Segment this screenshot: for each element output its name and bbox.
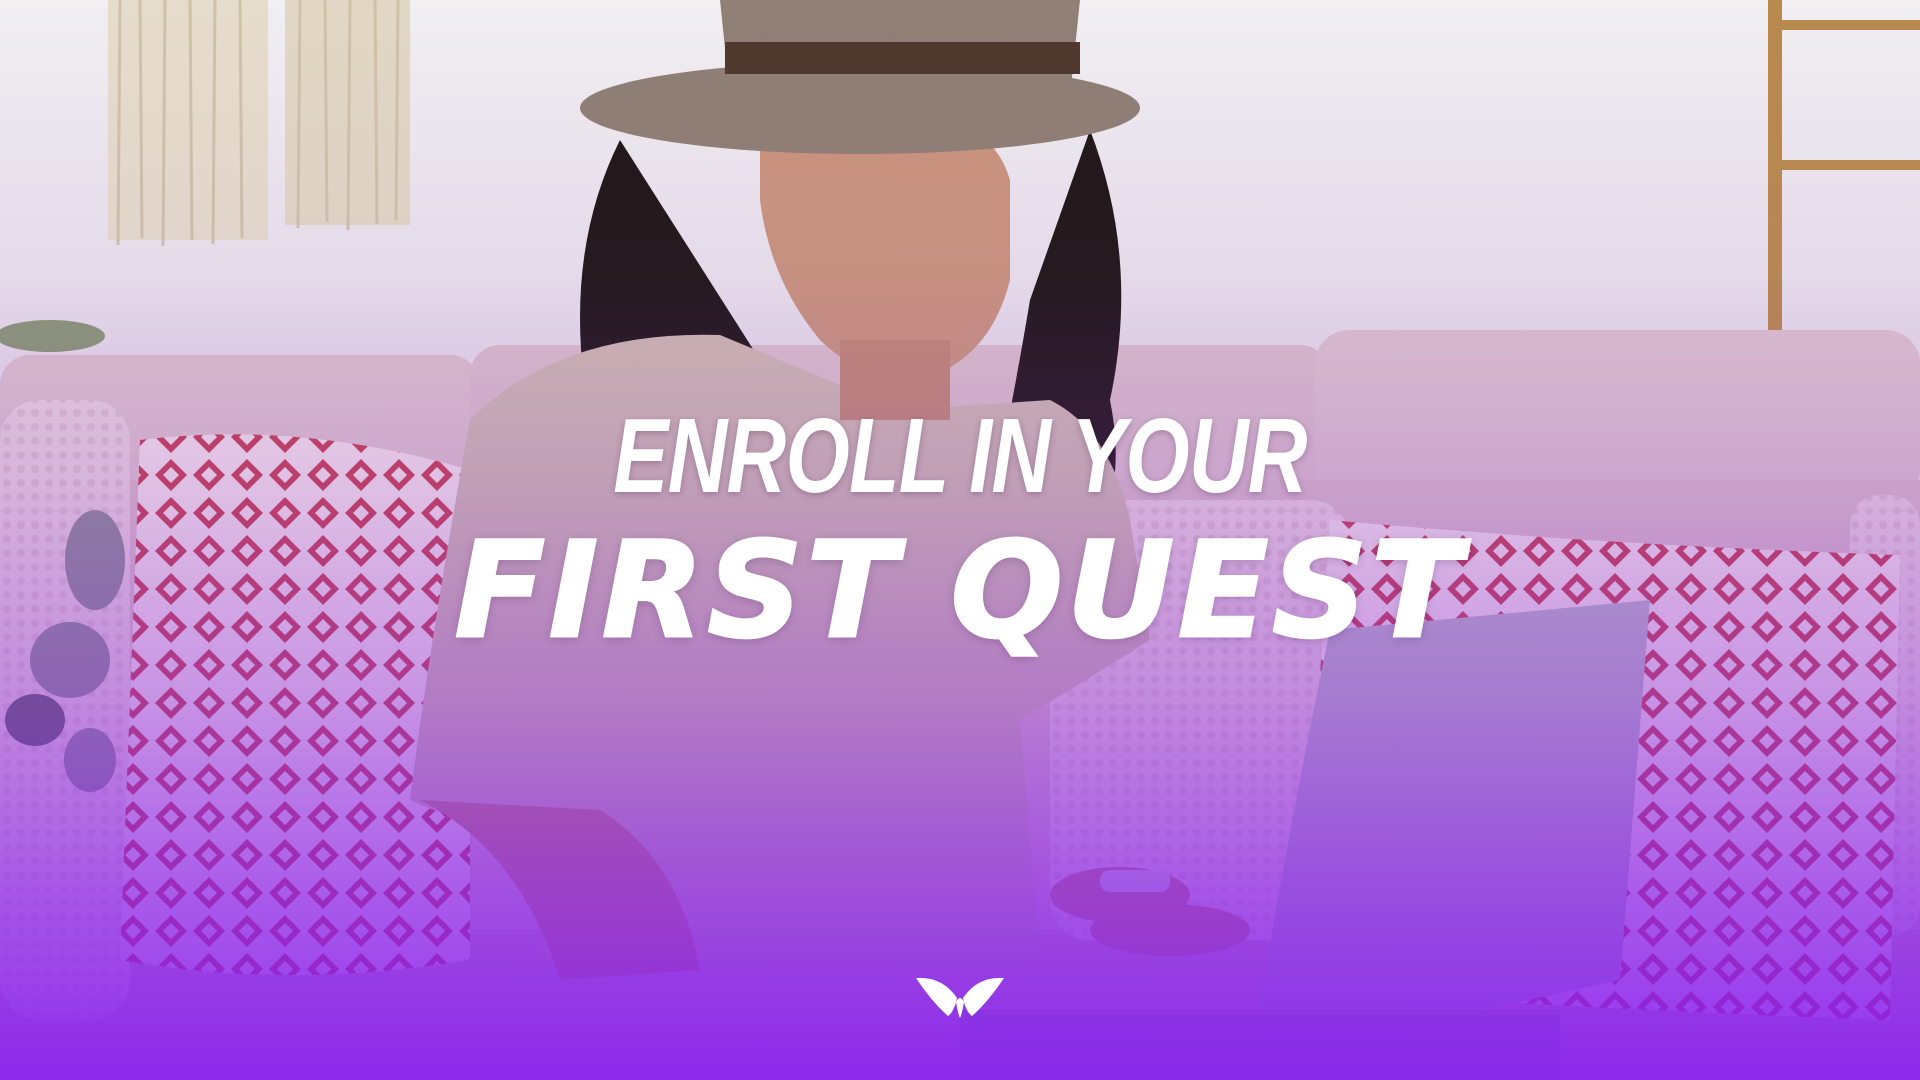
wall-hanging [108, 0, 410, 247]
plant-leaf [0, 320, 105, 352]
headline-line-1: ENROLL IN YOUR [613, 397, 1307, 515]
headline-line-2: FIRST QUEST [453, 514, 1466, 668]
laptop-base [960, 1010, 1560, 1080]
promo-banner: ENROLL IN YOUR FIRST QUEST [0, 0, 1920, 1080]
headline: ENROLL IN YOUR FIRST QUEST [0, 397, 1920, 668]
mindvalley-wings-icon [916, 977, 1004, 1018]
